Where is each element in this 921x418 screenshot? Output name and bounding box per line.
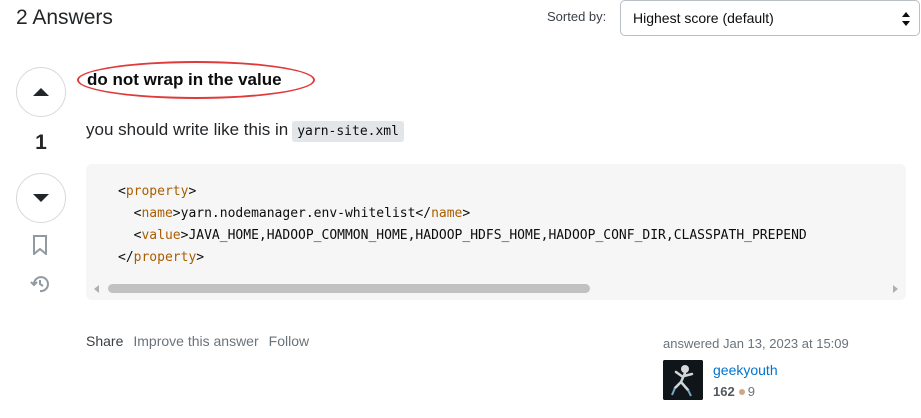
scroll-thumb[interactable]	[108, 284, 590, 293]
reputation: 162	[713, 384, 735, 399]
horizontal-scrollbar[interactable]	[86, 282, 906, 296]
answer-text: you should write like this in yarn-site.x…	[86, 120, 404, 142]
code-block: <property> <name>yarn.nodemanager.env-wh…	[86, 164, 906, 300]
chevron-up-icon	[33, 88, 49, 96]
sort-select-value: Highest score (default)	[633, 10, 774, 26]
scroll-left-arrow-icon[interactable]	[94, 285, 99, 293]
user-name[interactable]: geekyouth	[713, 362, 778, 378]
answer-text-content: you should write like this in	[86, 120, 289, 139]
code-line: <property>	[118, 184, 197, 199]
vote-count: 1	[35, 131, 47, 154]
annotation-oval	[77, 61, 315, 99]
upvote-button[interactable]	[16, 67, 66, 117]
bronze-badge-count: 9	[747, 384, 755, 399]
avatar[interactable]	[663, 360, 703, 400]
bronze-badge-icon	[738, 389, 745, 395]
inline-code: yarn-site.xml	[292, 121, 404, 142]
sort-select[interactable]: Highest score (default)	[620, 0, 920, 36]
answers-count: 2 Answers	[16, 6, 113, 29]
sort-label: Sorted by:	[547, 9, 607, 24]
code-line: <name>yarn.nodemanager.env-whitelist</na…	[133, 206, 471, 221]
select-arrows-icon	[902, 12, 910, 26]
chevron-down-icon	[33, 194, 49, 202]
scroll-right-arrow-icon[interactable]	[893, 285, 898, 293]
code-lines: <property> <name>yarn.nodemanager.env-wh…	[118, 181, 807, 269]
code-line: </property>	[118, 250, 205, 265]
follow-link[interactable]: Follow	[269, 333, 309, 349]
user-stats: 162 9	[713, 384, 755, 399]
user-action-time: answered Jan 13, 2023 at 15:09	[663, 336, 849, 351]
improve-answer-link[interactable]: Improve this answer	[133, 333, 258, 349]
share-link[interactable]: Share	[86, 333, 123, 349]
history-icon[interactable]	[29, 273, 51, 295]
post-menu: Share Improve this answer Follow	[86, 333, 309, 349]
bookmark-icon[interactable]	[31, 235, 49, 255]
user-card: answered Jan 13, 2023 at 15:09 geekyouth…	[663, 336, 903, 400]
downvote-button[interactable]	[16, 173, 66, 223]
avatar-image	[663, 360, 703, 400]
code-line: <value>JAVA_HOME,HADOOP_COMMON_HOME,HADO…	[133, 228, 807, 243]
